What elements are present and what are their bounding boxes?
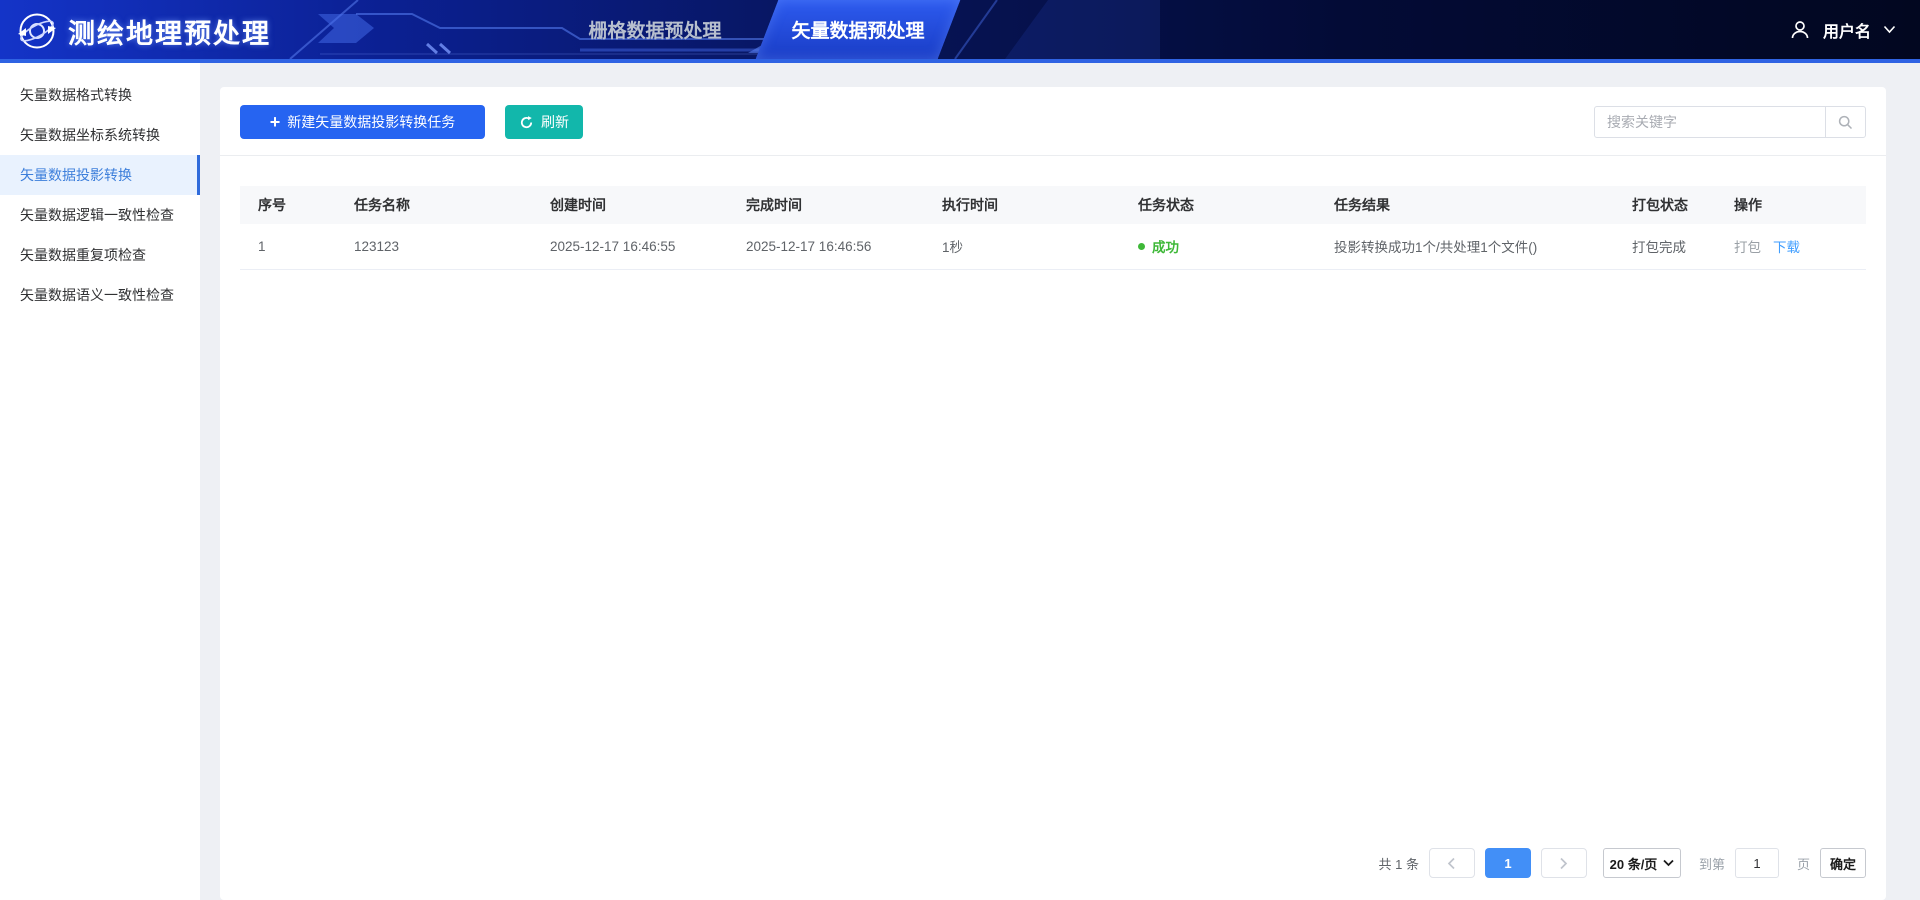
cell-task-name: 123123 [336,224,532,270]
top-tabs: 栅格数据预处理 矢量数据预处理 [0,0,1920,59]
new-task-button[interactable]: + 新建矢量数据投影转换任务 [240,105,485,139]
sidebar-item-format-conversion[interactable]: 矢量数据格式转换 [0,75,200,115]
user-menu[interactable]: 用户名 [1789,0,1896,59]
goto-page-input[interactable] [1734,848,1779,878]
pagination: 共 1 条 1 20 条/页 到第 1 页 确定 [1378,848,1866,878]
col-task-status: 任务状态 [1138,197,1194,213]
main-content: + 新建矢量数据投影转换任务 刷新 搜索关键字 序号 任务名称 创建时间 完成时… [200,63,1920,900]
col-created-time: 创建时间 [550,197,606,213]
col-package-status: 打包状态 [1632,197,1688,213]
search-box [1594,106,1866,138]
col-task-result: 任务结果 [1334,197,1390,213]
status-badge: 成功 [1138,236,1304,256]
chevron-down-icon [1883,25,1896,34]
cell-finished-time: 2025-12-17 16:46:56 [728,224,924,270]
col-exec-time: 执行时间 [942,197,998,213]
cell-exec-time: 1秒 [924,224,1120,270]
chevron-left-icon [1448,857,1456,869]
page-size-value: 20 条/页 [1609,856,1658,872]
table-row: 1 123123 2025-12-17 16:46:55 2025-12-17 … [240,224,1866,270]
globe-orbit-icon [18,13,56,49]
package-action[interactable]: 打包 [1734,240,1761,255]
search-icon [1838,115,1853,129]
next-page-button[interactable] [1540,848,1587,878]
table-header-row: 序号 任务名称 创建时间 完成时间 执行时间 任务状态 任务结果 打包状态 操作 [240,186,1866,224]
goto-suffix-label: 页 [1796,856,1810,872]
cell-task-result: 投影转换成功1个/共处理1个文件() [1316,224,1614,270]
toolbar: + 新建矢量数据投影转换任务 刷新 [220,87,1886,156]
tab-raster-preprocessing[interactable]: 栅格数据预处理 [555,0,755,59]
goto-prefix-label: 到第 [1698,856,1725,872]
refresh-button-label: 刷新 [541,114,569,130]
sidebar-item-duplicate-check[interactable]: 矢量数据重复项检查 [0,235,200,275]
app-header: 测绘地理预处理 栅格数据预处理 矢量数据预处理 用户名 [0,0,1920,63]
user-icon [1791,20,1809,38]
sidebar-item-logic-consistency-check[interactable]: 矢量数据逻辑一致性检查 [0,195,200,235]
status-text: 成功 [1152,240,1179,256]
pagination-total: 共 1 条 [1378,856,1419,872]
refresh-button[interactable]: 刷新 [505,105,583,139]
col-task-name: 任务名称 [354,197,410,213]
cell-created-time: 2025-12-17 16:46:55 [532,224,728,270]
task-table-wrap: 序号 任务名称 创建时间 完成时间 执行时间 任务状态 任务结果 打包状态 操作 [220,156,1886,270]
chevron-down-icon [1663,859,1674,867]
search-input[interactable] [1595,107,1825,137]
cell-index: 1 [240,224,336,270]
page-number-button[interactable]: 1 [1484,848,1531,878]
chevron-right-icon [1560,857,1568,869]
sidebar-item-coordinate-conversion[interactable]: 矢量数据坐标系统转换 [0,115,200,155]
new-task-button-label: 新建矢量数据投影转换任务 [287,114,456,130]
page-size-select[interactable]: 20 条/页 [1602,848,1681,878]
col-actions: 操作 [1734,197,1762,213]
download-link[interactable]: 下载 [1773,240,1800,255]
prev-page-button[interactable] [1428,848,1475,878]
app-title: 测绘地理预处理 [68,18,271,49]
user-name: 用户名 [1822,23,1871,41]
tab-vector-preprocessing[interactable]: 矢量数据预处理 [767,0,949,59]
content-card: + 新建矢量数据投影转换任务 刷新 搜索关键字 序号 任务名称 创建时间 完成时… [220,87,1886,900]
refresh-icon [520,115,533,128]
sidebar: 矢量数据格式转换 矢量数据坐标系统转换 矢量数据投影转换 矢量数据逻辑一致性检查… [0,63,200,900]
search-button[interactable] [1825,107,1865,137]
task-table: 序号 任务名称 创建时间 完成时间 执行时间 任务状态 任务结果 打包状态 操作 [240,186,1866,270]
col-index: 序号 [258,197,286,213]
cell-package-status: 打包完成 [1614,224,1716,270]
sidebar-item-semantic-consistency-check[interactable]: 矢量数据语义一致性检查 [0,275,200,315]
sidebar-item-projection-conversion[interactable]: 矢量数据投影转换 [0,155,200,195]
plus-icon: + [269,112,281,132]
status-dot-icon [1138,242,1145,250]
confirm-button[interactable]: 确定 [1820,848,1866,878]
col-finished-time: 完成时间 [746,197,802,213]
